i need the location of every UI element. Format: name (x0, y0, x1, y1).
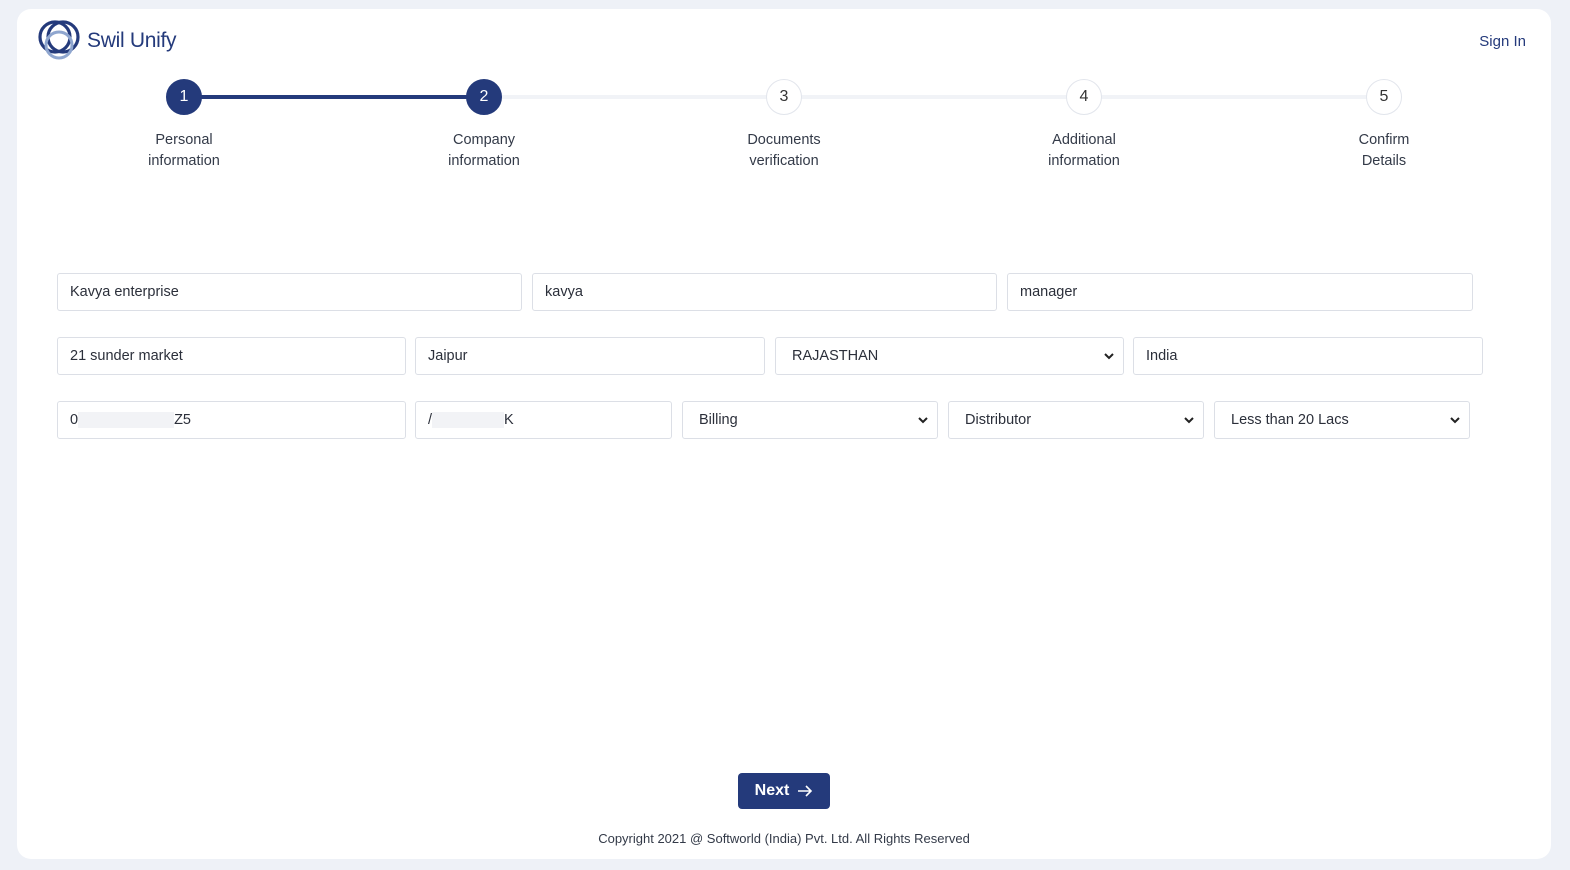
chevron-down-icon (1450, 417, 1460, 424)
step-label: Company information (448, 132, 520, 169)
business-type-select[interactable]: Billing (682, 401, 938, 439)
state-select[interactable]: RAJASTHAN (775, 337, 1124, 375)
step-number: 5 (1366, 79, 1402, 115)
step-personal-information[interactable]: 1 Personal information (94, 79, 274, 172)
step-number: 1 (166, 79, 202, 115)
arrow-right-icon (798, 785, 813, 797)
contact-name-input[interactable]: kavya (532, 273, 997, 311)
next-button[interactable]: Next (738, 773, 830, 809)
city-input[interactable]: Jaipur (415, 337, 765, 375)
redacted-mask (432, 412, 505, 428)
address-input[interactable]: 21 sunder market (57, 337, 406, 375)
step-documents-verification[interactable]: 3 Documents verification (694, 79, 874, 172)
turnover-select[interactable]: Less than 20 Lacs (1214, 401, 1470, 439)
step-label: Additional information (1048, 132, 1120, 169)
designation-input[interactable]: manager (1007, 273, 1473, 311)
step-additional-information[interactable]: 4 Additional information (994, 79, 1174, 172)
step-label: Personal information (148, 132, 220, 169)
redacted-mask (78, 412, 175, 428)
registration-card: Swil Unify Sign In 1 Personal informatio… (17, 9, 1551, 859)
step-label: Documents verification (747, 132, 821, 169)
step-number: 4 (1066, 79, 1102, 115)
footer-copyright: Copyright 2021 @ Softworld (India) Pvt. … (598, 831, 970, 846)
chevron-down-icon (1184, 417, 1194, 424)
chevron-down-icon (1104, 353, 1114, 360)
step-number: 2 (466, 79, 502, 115)
chevron-down-icon (918, 417, 928, 424)
progress-stepper: 1 Personal information 2 Company informa… (17, 9, 1551, 179)
step-number: 3 (766, 79, 802, 115)
step-label: Confirm Details (1358, 132, 1410, 169)
company-name-input[interactable]: Kavya enterprise (57, 273, 522, 311)
step-company-information[interactable]: 2 Company information (394, 79, 574, 172)
gst-number-input[interactable]: 0 Z5 (57, 401, 406, 439)
step-confirm-details[interactable]: 5 Confirm Details (1294, 79, 1474, 172)
country-input[interactable]: India (1133, 337, 1483, 375)
business-category-select[interactable]: Distributor (948, 401, 1204, 439)
pan-number-input[interactable]: / K (415, 401, 672, 439)
